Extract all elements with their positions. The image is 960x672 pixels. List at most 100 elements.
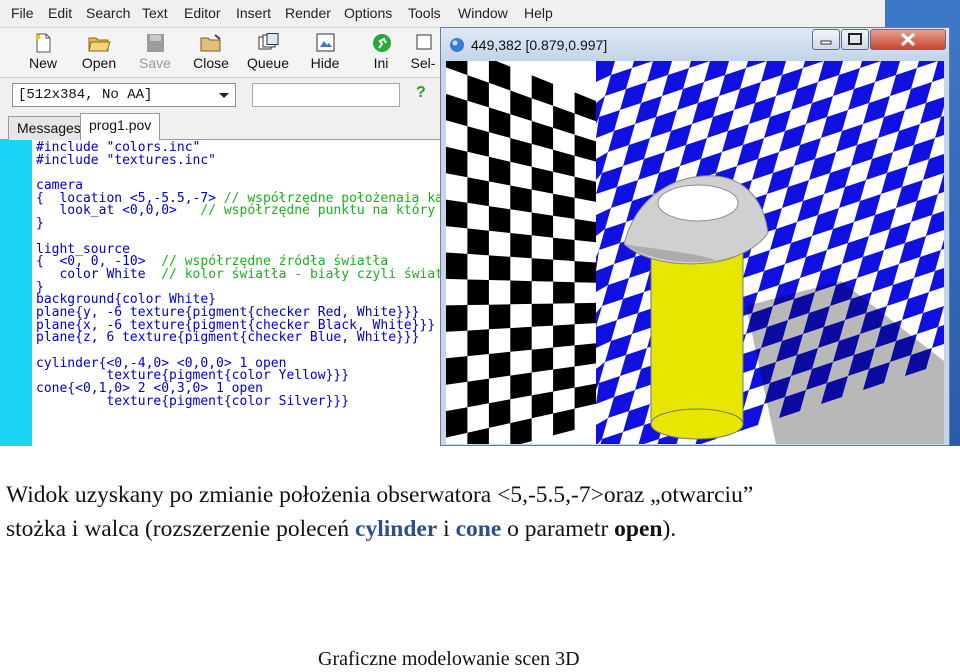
- black-check: [488, 206, 511, 233]
- code-line: look_at <0,0,0> // współrzędne punktu na…: [36, 203, 456, 219]
- caption: Widok uzyskany po zmianie położenia obse…: [6, 478, 956, 546]
- black-check: [574, 261, 596, 283]
- editor-tab-bar: Messages prog1.pov: [0, 112, 444, 141]
- render-resolution-select[interactable]: [512x384, No AA]: [12, 83, 236, 107]
- close-window-button[interactable]: [870, 29, 946, 50]
- ini-runner-icon: [373, 34, 391, 52]
- povray-app-icon: [450, 38, 464, 52]
- menu-options[interactable]: Options: [344, 5, 392, 21]
- black-check: [446, 199, 468, 229]
- rendered-scene: [446, 61, 944, 444]
- help-button[interactable]: ?: [416, 84, 436, 106]
- yellow-cylinder: [650, 248, 744, 425]
- black-check: [510, 185, 532, 213]
- black-check: [553, 281, 575, 304]
- black-check: [467, 228, 489, 256]
- black-check: [446, 305, 468, 332]
- tab-messages[interactable]: Messages: [8, 116, 90, 140]
- black-check: [467, 378, 489, 408]
- sel-run-icon: [416, 34, 432, 50]
- black-check: [488, 304, 511, 330]
- chevron-down-icon: [219, 93, 229, 98]
- black-check: [488, 255, 511, 281]
- queue-icon: [258, 33, 279, 50]
- maximize-button[interactable]: [841, 29, 869, 50]
- code-token: color White: [36, 266, 162, 282]
- open-button[interactable]: Open: [71, 31, 127, 75]
- maximize-icon: [848, 33, 862, 45]
- open-folder-icon: [88, 37, 111, 52]
- screenshot: File Edit Search Text Editor Insert Rend…: [0, 0, 960, 446]
- menu-text[interactable]: Text: [142, 5, 168, 21]
- close-icon: [900, 32, 916, 47]
- menu-file[interactable]: File: [11, 5, 34, 21]
- slide-footer: Graficzne modelowanie scen 3D: [318, 648, 580, 670]
- minimize-icon: [820, 40, 832, 45]
- code-token: }: [36, 216, 44, 232]
- black-check: [488, 351, 511, 379]
- code-token: // kolor światła - biały czyli świat: [161, 266, 443, 282]
- new-file-icon: [35, 33, 51, 53]
- cone-inner-opening: [657, 184, 739, 222]
- black-check: [553, 193, 575, 219]
- caption-line-1: Widok uzyskany po zmianie położenia obse…: [6, 482, 754, 508]
- hide-button[interactable]: Hide: [297, 31, 353, 75]
- menu-edit[interactable]: Edit: [48, 5, 72, 21]
- menu-bar: File Edit Search Text Editor Insert Rend…: [0, 0, 885, 28]
- render-window-titlebar[interactable]: 449,382 [0.879,0.997]: [441, 28, 949, 60]
- render-window-title: 449,382 [0.879,0.997]: [471, 37, 608, 53]
- code-token: look_at <0,0,0>: [36, 203, 201, 219]
- code-line: #include "textures.inc": [36, 152, 456, 168]
- menu-render[interactable]: Render: [285, 5, 331, 21]
- black-check: [467, 177, 489, 207]
- menu-help[interactable]: Help: [524, 5, 553, 21]
- code-line: texture{pigment{color Silver}}}: [36, 395, 456, 409]
- minimize-button[interactable]: [812, 29, 840, 50]
- black-check: [510, 233, 532, 259]
- black-check: [553, 237, 575, 262]
- caption-line-2: stożka i walca (rozszerzenie poleceń cyl…: [6, 516, 677, 542]
- black-check: [510, 280, 532, 305]
- editor-gutter: [0, 140, 32, 446]
- hide-window-icon: [316, 33, 335, 52]
- render-window[interactable]: 449,382 [0.879,0.997]: [440, 27, 950, 446]
- black-check: [510, 326, 532, 352]
- black-check: [553, 324, 575, 348]
- ini-button[interactable]: Ini: [353, 31, 409, 75]
- queue-button[interactable]: Queue: [240, 31, 296, 75]
- new-button[interactable]: New: [15, 31, 71, 75]
- menu-search[interactable]: Search: [86, 5, 130, 21]
- black-check: [488, 399, 511, 428]
- close-folder-icon: [200, 34, 221, 52]
- menu-insert[interactable]: Insert: [236, 5, 271, 21]
- black-check: [467, 329, 489, 357]
- black-check: [446, 356, 468, 385]
- keyword-cylinder: cylinder: [355, 516, 438, 542]
- black-check: [510, 372, 532, 400]
- menu-window[interactable]: Window: [458, 5, 508, 21]
- code-editor[interactable]: #include "colors.inc" #include "textures.…: [0, 140, 444, 446]
- black-check: [446, 252, 468, 280]
- black-check: [574, 343, 596, 367]
- menu-editor[interactable]: Editor: [184, 5, 221, 21]
- keyword-cone: cone: [455, 516, 502, 542]
- code-line: plane{z, 6 texture{pigment{checker Blue,…: [36, 330, 456, 346]
- black-check: [531, 303, 554, 327]
- black-check: [574, 302, 596, 325]
- black-check: [574, 218, 596, 243]
- code-line: }: [36, 216, 456, 232]
- black-check: [531, 212, 554, 238]
- black-check: [531, 347, 554, 373]
- save-button[interactable]: Save: [127, 31, 183, 75]
- command-line-input[interactable]: [252, 83, 400, 107]
- code-token: plane{z, 6 texture{pigment{checker Blue,…: [36, 330, 420, 346]
- tab-prog1[interactable]: prog1.pov: [80, 113, 161, 141]
- menu-tools[interactable]: Tools: [408, 5, 441, 21]
- sel-run-button[interactable]: Sel-: [406, 31, 440, 75]
- code-token: #include "textures.inc": [36, 152, 217, 168]
- black-check: [467, 279, 489, 305]
- close-button[interactable]: Close: [183, 31, 239, 75]
- black-check: [531, 258, 554, 282]
- keyword-open: open: [614, 516, 663, 542]
- black-check: [446, 146, 468, 178]
